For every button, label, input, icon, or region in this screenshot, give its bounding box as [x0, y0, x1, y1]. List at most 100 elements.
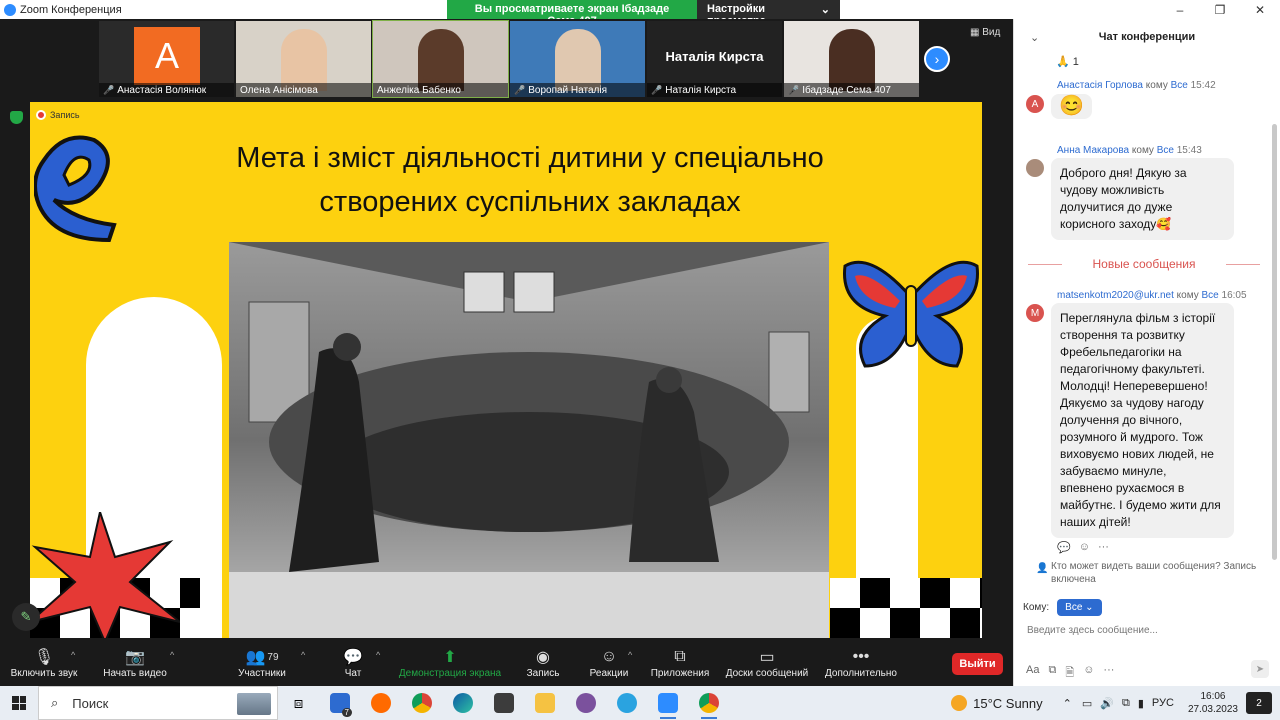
chrome-icon [698, 693, 719, 713]
record-label: Запись [526, 668, 560, 679]
tray-overflow-icon[interactable]: ⌃ [1063, 697, 1072, 710]
to-word: кому [1145, 80, 1168, 91]
chat-scrollbar[interactable] [1272, 124, 1277, 560]
chat-options-caret[interactable]: ^ [376, 650, 380, 660]
participants-options-caret[interactable]: ^ [301, 650, 305, 660]
taskbar-app-todo[interactable]: 7 [319, 686, 360, 720]
maximize-button[interactable]: ❐ [1200, 3, 1240, 17]
whiteboards-button[interactable]: ▭ Доски сообщений [722, 646, 812, 679]
sender-name[interactable]: Анна Макарова [1057, 145, 1129, 156]
window-title: Zoom Конференция [20, 3, 122, 16]
chat-tools: Aa ⧉ 🗎 ☺ ··· [1026, 664, 1114, 683]
next-page-button[interactable]: › [924, 46, 950, 72]
more-icon[interactable]: ··· [1103, 664, 1114, 683]
message-time: 16:05 [1221, 290, 1247, 301]
avatar: А [1026, 95, 1044, 113]
network-icon[interactable]: ▭ [1082, 697, 1092, 710]
task-view-button[interactable]: ⧈ [278, 686, 319, 720]
weather-widget[interactable]: 15°C Sunny [951, 695, 1043, 711]
clock[interactable]: 16:06 27.03.2023 [1188, 690, 1238, 716]
more-button[interactable]: ••• Дополнительно [822, 646, 900, 679]
taskbar-app-edge[interactable] [442, 686, 483, 720]
taskbar-search[interactable]: ⌕ Поиск [38, 686, 278, 720]
chrome-icon [411, 693, 432, 713]
annotate-pen-button[interactable]: ✎ [12, 603, 40, 631]
viewing-screen-label: Вы просматриваете экран Ібадзаде Сема 40… [447, 0, 697, 27]
screenshot-icon[interactable]: ⧉ [1048, 664, 1056, 683]
view-settings-button[interactable]: Настройки просмотра ⌄ [697, 0, 840, 27]
participant-tile[interactable]: 🎤 Ібадзаде Сема 407 [784, 21, 919, 97]
participant-tile[interactable]: 🎤 Воропай Наталія [510, 21, 645, 97]
participants-button[interactable]: 👥 79 Участники [234, 646, 290, 679]
taskbar-app-chrome[interactable] [401, 686, 442, 720]
participant-tile[interactable]: Олена Анісімова [236, 21, 371, 97]
start-video-button[interactable]: 📷 Начать видео [100, 646, 170, 679]
file-icon[interactable]: 🗎 [1065, 664, 1074, 683]
participant-video [418, 29, 464, 91]
to-word: кому [1131, 145, 1154, 156]
participant-big-name: Наталія Кирста [665, 49, 764, 64]
telegram-icon [616, 693, 637, 713]
taskbar-app-viber[interactable] [565, 686, 606, 720]
view-button[interactable]: ▦ Вид [970, 27, 1000, 38]
reactions-button[interactable]: ☺ Реакции [588, 646, 630, 679]
language-indicator[interactable]: РУС [1152, 697, 1174, 709]
unmute-button[interactable]: 🎙 Включить звук [8, 646, 80, 679]
leave-button[interactable]: Выйти [952, 653, 1003, 675]
share-screen-button[interactable]: ⬆ Демонстрация экрана [396, 646, 504, 679]
notifications-button[interactable]: 2 [1246, 692, 1272, 714]
emoji-icon[interactable]: ☺ [1083, 664, 1094, 683]
message-bubble: Доброго дня! Дякую за чудову можливість … [1051, 158, 1234, 240]
reply-icon[interactable]: 💬 [1057, 541, 1071, 554]
more-icon[interactable]: ··· [1098, 541, 1109, 554]
record-button[interactable]: ◉ Запись [524, 646, 562, 679]
search-highlight-image [237, 693, 271, 715]
avatar: M [1026, 304, 1044, 322]
share-banner: Вы просматриваете экран Ібадзаде Сема 40… [447, 0, 840, 27]
taskbar-app-zoom[interactable] [647, 686, 688, 720]
video-off-icon: 📷 [125, 649, 145, 666]
send-button[interactable]: ➤ [1251, 660, 1269, 678]
taskbar-app-chrome-2[interactable] [688, 686, 729, 720]
reactions-options-caret[interactable]: ^ [628, 650, 632, 660]
sender-name[interactable]: matsenkotm2020@ukr.net [1057, 290, 1174, 301]
taskbar-app-telegram[interactable] [606, 686, 647, 720]
taskbar-app-store[interactable] [483, 686, 524, 720]
volume-icon[interactable]: 🔊 [1100, 697, 1114, 710]
mic-off-icon: 🎙 [33, 649, 55, 666]
emoji-icon[interactable]: ☺ [1079, 541, 1090, 554]
chat-input[interactable]: Введите здесь сообщение... [1027, 625, 1158, 636]
reaction-badge[interactable]: 🙏 1 [1056, 55, 1079, 68]
format-icon[interactable]: Aa [1026, 664, 1039, 683]
chevron-down-icon: ⌄ [1085, 602, 1094, 613]
zoom-icon [657, 693, 678, 713]
task-view-icon: ⧈ [293, 694, 304, 712]
unmute-label: Включить звук [10, 668, 78, 679]
sender-name[interactable]: Анастасія Горлова [1057, 80, 1143, 91]
participant-tile[interactable]: А 🎤 Анастасія Волянюк [99, 21, 234, 97]
chat-panel: ⌄ Чат конференции 🙏 1 А Анастасія Горлов… [1013, 19, 1280, 686]
who-can-see-notice[interactable]: 👤 Кто может видеть ваши сообщения? Запис… [1036, 560, 1266, 586]
taskbar-app-explorer[interactable] [524, 686, 565, 720]
audio-options-caret[interactable]: ^ [71, 650, 75, 660]
recording-label: Запись [50, 110, 80, 120]
to-label: Кому: [1023, 602, 1050, 613]
participant-tile[interactable]: Наталія Кирста 🎤 Наталія Кирста [647, 21, 782, 97]
recipient-value: Все [1065, 602, 1083, 613]
taskbar-app-soundcloud[interactable] [360, 686, 401, 720]
recipient-select[interactable]: Все ⌄ [1057, 599, 1102, 616]
participant-name: Наталія Кирста [665, 84, 737, 96]
video-options-caret[interactable]: ^ [170, 650, 174, 660]
battery-icon[interactable]: ▮ [1138, 697, 1144, 710]
apps-button[interactable]: ⧉ Приложения [648, 646, 712, 679]
chat-button[interactable]: 💬 Чат [338, 646, 368, 679]
start-button[interactable] [0, 686, 38, 720]
grid-icon: ▦ [970, 27, 980, 38]
participant-tile[interactable]: Анжеліка Бабенко [372, 20, 509, 98]
copy-icon[interactable]: ⧉ [1122, 697, 1130, 710]
minimize-button[interactable]: – [1160, 3, 1200, 17]
recipient-row: Кому: Все ⌄ [1023, 599, 1102, 616]
chat-title: Чат конференции [1098, 31, 1196, 43]
close-button[interactable]: ✕ [1240, 3, 1280, 17]
chevron-down-icon[interactable]: ⌄ [1030, 31, 1039, 44]
